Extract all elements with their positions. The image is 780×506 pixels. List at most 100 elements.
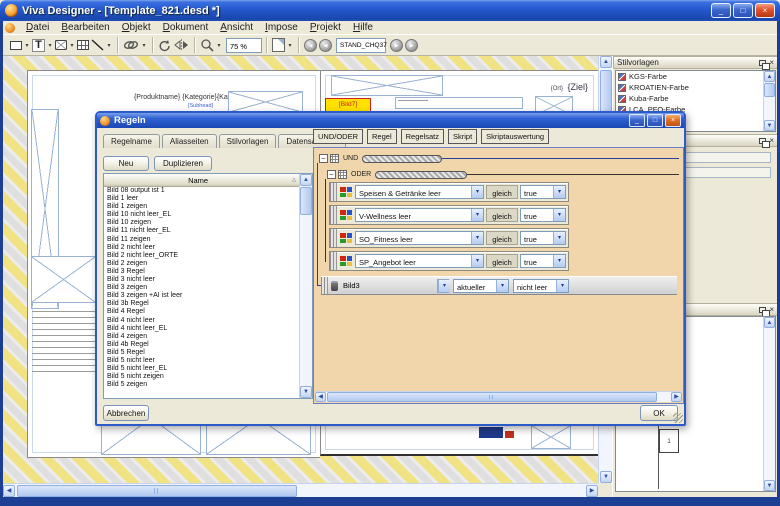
pages-scrollbar[interactable]: ▲ ▼: [763, 317, 775, 491]
scroll-down-icon[interactable]: ▼: [300, 386, 312, 398]
rule-toolbar-button[interactable]: Skriptauswertung: [481, 129, 549, 144]
scroll-up-icon[interactable]: ▲: [764, 71, 775, 82]
text-field-frame[interactable]: [395, 97, 523, 109]
image-frame[interactable]: [331, 75, 443, 96]
style-list-item[interactable]: KROATIEN-Farbe: [616, 82, 775, 93]
scroll-down-icon[interactable]: ▼: [600, 471, 612, 483]
rule-list-item[interactable]: Bild 1 leer: [105, 195, 300, 203]
drag-handle-icon[interactable]: [330, 229, 337, 247]
rectangle-tool-dropdown-icon[interactable]: ▾: [23, 42, 31, 49]
panel-horizontal-scrollbar[interactable]: ◀ ▶: [315, 391, 682, 402]
zoom-tool-button[interactable]: [199, 36, 215, 54]
drag-handle-icon[interactable]: [330, 206, 337, 224]
field-select[interactable]: Speisen & Getränke leer ▾: [355, 185, 484, 199]
rule-list-item[interactable]: Bild 5 nicht zeigen: [105, 373, 300, 381]
menu-item[interactable]: Impose: [259, 21, 304, 34]
body-text-block[interactable]: [32, 311, 96, 373]
dialog-close-icon[interactable]: ×: [665, 114, 681, 127]
field-select[interactable]: SO_Fitness leer ▾: [355, 231, 484, 245]
text-tool-dropdown-icon[interactable]: ▾: [46, 42, 54, 49]
stilvorlagen-palette-header[interactable]: Stilvorlagen ×: [613, 56, 778, 69]
rule-list-item[interactable]: Bild 5 nicht leer: [105, 357, 300, 365]
page-name-input[interactable]: STAND_CHQ37: [336, 38, 386, 53]
zoom-tool-dropdown-icon[interactable]: ▾: [215, 42, 223, 49]
rule-list-item[interactable]: Bild 10 zeigen: [105, 219, 300, 227]
neu-button[interactable]: Neu: [103, 156, 149, 171]
scroll-up-icon[interactable]: ▲: [600, 56, 612, 68]
dock-icon[interactable]: [759, 307, 766, 313]
dropdown-arrow-icon[interactable]: ▾: [556, 280, 568, 292]
rule-list-item[interactable]: Bild 4 nicht leer: [105, 317, 300, 325]
insert-node-icon[interactable]: [330, 154, 339, 163]
image-frame[interactable]: [228, 91, 303, 113]
rule-list-item[interactable]: Bild 11 nicht leer_EL: [105, 227, 300, 235]
rule-list-item[interactable]: Bild 4b Regel: [105, 341, 300, 349]
field-select[interactable]: V-Wellness leer ▾: [355, 208, 484, 222]
line-tool-button[interactable]: [90, 36, 105, 54]
drag-handle-icon[interactable]: [330, 183, 337, 201]
oder-drag-handle[interactable]: [375, 171, 467, 179]
dialog-tab[interactable]: Regelname: [103, 134, 160, 148]
dock-icon[interactable]: [759, 138, 766, 144]
scrollbar-thumb[interactable]: [764, 83, 775, 97]
dropdown-arrow-icon[interactable]: ▾: [553, 255, 565, 267]
scroll-left-icon[interactable]: ◀: [315, 392, 326, 402]
collapse-icon[interactable]: −: [327, 170, 336, 179]
next-page-button[interactable]: ▶: [390, 39, 403, 52]
scroll-left-icon[interactable]: ◀: [3, 485, 15, 497]
rule-toolbar-button[interactable]: UND/ODER: [313, 129, 363, 144]
dropdown-arrow-icon[interactable]: ▾: [553, 232, 565, 244]
scroll-right-icon[interactable]: ▶: [586, 485, 598, 497]
list-scrollbar[interactable]: ▲ ▼: [299, 174, 312, 398]
rule-list-item[interactable]: Bild 1 zeigen: [105, 203, 300, 211]
value-select[interactable]: true ▾: [520, 185, 566, 199]
field-select[interactable]: ▾: [437, 279, 449, 293]
menu-item[interactable]: Projekt: [304, 21, 347, 34]
rectangle-tool-button[interactable]: [9, 36, 23, 54]
line-tool-dropdown-icon[interactable]: ▾: [105, 42, 113, 49]
image-frame-dropdown-icon[interactable]: ▾: [68, 42, 76, 49]
dialog-tab[interactable]: Aliasseiten: [162, 134, 217, 148]
rule-list-item[interactable]: Bild 10 nicht leer_EL: [105, 211, 300, 219]
color-box[interactable]: [505, 431, 514, 438]
collapse-icon[interactable]: −: [319, 154, 328, 163]
dialog-tab[interactable]: Stilvorlagen: [219, 134, 277, 148]
flip-tool-button[interactable]: [173, 36, 190, 54]
value-select[interactable]: true ▾: [520, 208, 566, 222]
rule-list-item[interactable]: Bild 5 zeigen: [105, 381, 300, 389]
dropdown-arrow-icon[interactable]: ▾: [553, 186, 565, 198]
scrollbar-thumb[interactable]: [300, 187, 312, 215]
page-layout-dropdown-icon[interactable]: ▾: [286, 42, 294, 49]
dialog-title-bar[interactable]: Regeln _ □ ×: [97, 113, 684, 128]
dialog-maximize-icon[interactable]: □: [647, 114, 663, 127]
menu-item[interactable]: Objekt: [116, 21, 157, 34]
abbrechen-button[interactable]: Abbrechen: [103, 405, 149, 421]
rule-list-item[interactable]: Bild 3 nicht leer: [105, 276, 300, 284]
rule-list-item[interactable]: Bild 3 zeigen +AI ist leer: [105, 292, 300, 300]
menu-item[interactable]: Datei: [20, 21, 55, 34]
image-frame[interactable]: [31, 256, 96, 303]
color-box[interactable]: [479, 427, 503, 438]
previous-page-button[interactable]: ◀: [319, 39, 332, 52]
rule-list-item[interactable]: Bild 3 zeigen: [105, 284, 300, 292]
scroll-right-icon[interactable]: ▶: [671, 392, 682, 402]
rule-list-item[interactable]: Bild 3 Regel: [105, 268, 300, 276]
rule-list-item[interactable]: Bild 4 zeigen: [105, 333, 300, 341]
value-select[interactable]: true ▾: [520, 254, 566, 268]
rule-toolbar-button[interactable]: Skript: [448, 129, 477, 144]
title-bar[interactable]: Viva Designer - [Template_821.desd *] _ …: [0, 0, 780, 21]
rule-list-item[interactable]: Bild 5 Regel: [105, 349, 300, 357]
text-tool-button[interactable]: T: [31, 36, 46, 54]
image-frame[interactable]: [531, 425, 571, 449]
style-list-item[interactable]: Kuba-Farbe: [616, 93, 775, 104]
rule-list-item[interactable]: Bild 5 nicht leer_EL: [105, 365, 300, 373]
page-layout-button[interactable]: [271, 36, 286, 54]
scroll-down-icon[interactable]: ▼: [764, 480, 775, 491]
rule-list-item[interactable]: Bild 2 nicht leer: [105, 244, 300, 252]
rule-list-item[interactable]: Bild 3b Regel: [105, 300, 300, 308]
dropdown-arrow-icon[interactable]: ▾: [471, 209, 483, 221]
scroll-up-icon[interactable]: ▲: [300, 174, 312, 186]
canvas-horizontal-scrollbar[interactable]: ◀ ▶: [3, 483, 598, 497]
operator-select[interactable]: aktueller ▾: [453, 279, 509, 293]
style-list-item[interactable]: KGS-Farbe: [616, 71, 775, 82]
